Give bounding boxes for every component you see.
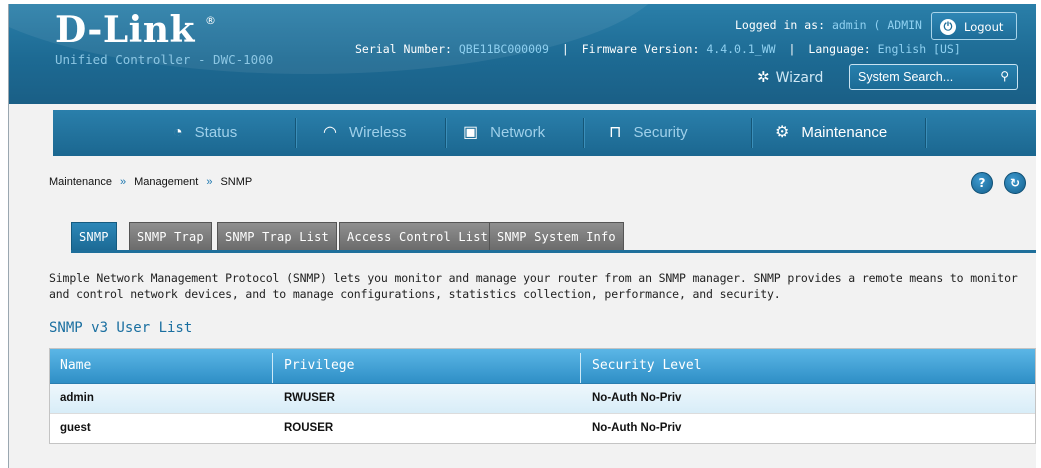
nav-divider <box>295 118 296 148</box>
monitor-icon: ▣ <box>463 124 479 141</box>
wand-icon: ✲ <box>757 68 770 86</box>
nav-divider <box>445 118 446 148</box>
wifi-icon: ◠ <box>323 124 337 141</box>
nav-divider <box>583 118 584 148</box>
nav-security-label: Security <box>633 124 688 141</box>
nav-divider <box>751 118 752 148</box>
table-header: Name Privilege Security Level <box>50 349 1035 384</box>
column-divider <box>272 353 273 383</box>
gears-icon: ⚙ <box>775 124 790 141</box>
cell-security-level: No-Auth No-Priv <box>592 422 682 434</box>
nav-divider <box>925 118 926 148</box>
search-input[interactable] <box>858 68 982 86</box>
nav-wireless[interactable]: ◠ Wireless <box>323 110 406 156</box>
nav-security[interactable]: ⊓ Security <box>609 110 688 156</box>
wizard-link[interactable]: ✲ Wizard <box>757 68 823 86</box>
tab-underline <box>71 250 1036 253</box>
section-title: SNMP v3 User List <box>49 320 193 336</box>
cell-name: guest <box>60 422 91 434</box>
nav-network[interactable]: ▣ Network <box>463 110 545 156</box>
breadcrumb: Maintenance » Management » SNMP <box>49 176 252 188</box>
main-nav: ◔ Status ◠ Wireless ▣ Network ⊓ Security ⚙ Ma… <box>53 110 1036 156</box>
column-divider <box>580 353 581 383</box>
breadcrumb-management[interactable]: Management <box>134 176 198 188</box>
nav-maintenance[interactable]: ⚙ Maintenance <box>775 110 887 156</box>
logged-in-label: Logged in as: <box>735 18 826 32</box>
serial-label: Serial Number: <box>355 42 452 56</box>
breadcrumb-separator: » <box>206 176 213 188</box>
logout-button[interactable]: ⏻ Logout <box>931 12 1017 40</box>
wizard-label: Wizard <box>775 70 824 86</box>
nav-network-label: Network <box>490 124 546 141</box>
serial-value: QBE11BC000009 <box>458 42 549 56</box>
firmware-label: Firmware Version: <box>581 42 700 56</box>
dashboard-icon: ◔ <box>173 124 183 141</box>
column-header-name: Name <box>60 358 92 373</box>
firmware-value: 4.4.0.1_WW <box>706 42 776 56</box>
tab-snmp[interactable]: SNMP <box>71 222 117 250</box>
cell-name: admin <box>60 392 94 404</box>
page-description: Simple Network Management Protocol (SNMP… <box>49 271 1018 301</box>
snmp-user-table: Name Privilege Security Level admin RWUS… <box>49 348 1036 444</box>
nav-status[interactable]: ◔ Status <box>173 110 237 156</box>
product-name: Unified Controller - DWC-1000 <box>55 52 274 67</box>
tab-access-control-list[interactable]: Access Control List <box>339 222 497 250</box>
nav-maintenance-label: Maintenance <box>801 124 888 141</box>
help-icon[interactable]: ? <box>971 172 993 194</box>
app-frame: D-Link ® Unified Controller - DWC-1000 L… <box>8 4 1036 468</box>
table-row[interactable]: admin RWUSER No-Auth No-Priv <box>50 384 1035 414</box>
logged-in-user: admin ( ADMIN ) <box>831 18 936 32</box>
nav-status-label: Status <box>194 124 238 141</box>
breadcrumb-snmp: SNMP <box>220 176 253 188</box>
breadcrumb-separator: » <box>120 176 127 188</box>
login-info: Logged in as: admin ( ADMIN ) <box>735 18 936 32</box>
language-select[interactable]: English [US] <box>878 42 961 56</box>
registered-mark: ® <box>205 14 216 27</box>
language-label: Language: <box>808 42 871 56</box>
device-info: Serial Number: QBE11BC000009 | Firmware … <box>355 42 961 56</box>
tab-snmp-trap[interactable]: SNMP Trap <box>129 222 212 250</box>
column-header-privilege: Privilege <box>284 358 355 373</box>
column-header-security-level: Security Level <box>592 358 702 373</box>
cell-privilege: RWUSER <box>284 392 335 404</box>
search-icon[interactable]: ⚲ <box>1000 69 1009 83</box>
table-row[interactable]: guest ROUSER No-Auth No-Priv <box>50 414 1035 443</box>
breadcrumb-maintenance[interactable]: Maintenance <box>49 176 112 188</box>
system-search: ⚲ <box>849 64 1018 90</box>
tab-snmp-system-info[interactable]: SNMP System Info <box>489 222 624 250</box>
nav-wireless-label: Wireless <box>348 124 407 141</box>
lock-icon: ⊓ <box>609 124 622 141</box>
logout-label: Logout <box>964 20 1004 34</box>
refresh-icon[interactable]: ↻ <box>1004 172 1026 194</box>
cell-privilege: ROUSER <box>284 422 334 434</box>
tab-snmp-trap-list[interactable]: SNMP Trap List <box>217 222 337 250</box>
power-icon: ⏻ <box>940 19 956 35</box>
header: D-Link ® Unified Controller - DWC-1000 L… <box>9 4 1036 104</box>
cell-security-level: No-Auth No-Priv <box>592 392 682 404</box>
brand-logo: D-Link <box>55 9 195 51</box>
